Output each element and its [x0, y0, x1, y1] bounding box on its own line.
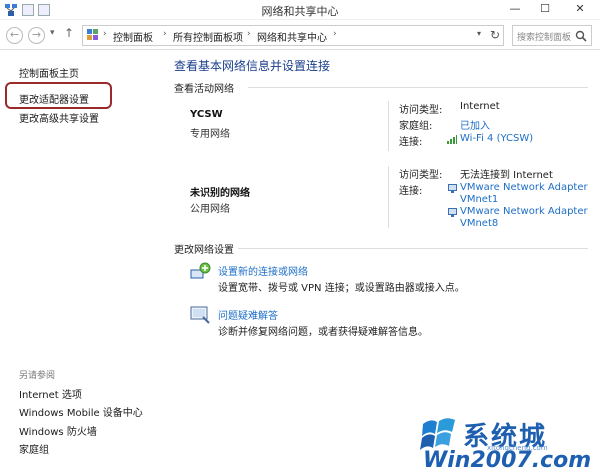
control-panel-icon	[87, 29, 98, 40]
breadcrumb-separator-icon: ›	[103, 29, 107, 39]
address-history-dropdown-icon[interactable]: ▾	[477, 29, 481, 38]
troubleshoot-link[interactable]: 问题疑难解答	[218, 307, 278, 322]
homegroup-label: 家庭组:	[399, 121, 433, 132]
network-adapter-icon	[448, 208, 457, 217]
minimize-button[interactable]: —	[500, 0, 530, 20]
breadcrumb-control-panel[interactable]: 控制面板	[113, 29, 153, 44]
access-type-value: 无法连接到 Internet	[460, 170, 553, 181]
homegroup-link[interactable]: 已加入	[460, 117, 490, 132]
main-content: 查看基本网络信息并设置连接 查看活动网络 YCSW 专用网络 访问类型: Int…	[148, 51, 600, 476]
network-category-link[interactable]: 公用网络	[190, 200, 230, 215]
vmnet8-connection-link[interactable]: VMnet8	[460, 218, 498, 229]
vmnet1-connection-link[interactable]: VMware Network Adapter	[460, 182, 588, 193]
network-name: 未识别的网络	[190, 188, 250, 199]
setup-connection-link[interactable]: 设置新的连接或网络	[218, 263, 308, 278]
search-box[interactable]: 搜索控制面板	[512, 25, 592, 46]
connection-label: 连接:	[399, 186, 423, 197]
breadcrumb-separator-icon: ›	[333, 29, 337, 39]
access-type-label: 访问类型:	[399, 170, 443, 181]
access-type-value: Internet	[460, 101, 500, 112]
see-also-windows-mobile[interactable]: Windows Mobile 设备中心	[19, 404, 143, 419]
vmnet8-connection-link[interactable]: VMware Network Adapter	[460, 206, 588, 217]
forward-button[interactable]: →	[28, 27, 45, 44]
troubleshoot-description: 诊断并修复网络问题，或者获得疑难解答信息。	[218, 327, 428, 338]
divider	[248, 87, 588, 88]
close-button[interactable]: ✕	[560, 0, 600, 20]
divider	[388, 166, 389, 228]
setup-connection-description: 设置宽带、拨号或 VPN 连接；或设置路由器或接入点。	[218, 283, 465, 294]
search-icon[interactable]	[575, 30, 587, 42]
sidebar-item-adapter-settings[interactable]: 更改适配器设置	[19, 91, 89, 106]
access-type-label: 访问类型:	[399, 105, 443, 116]
wifi-signal-icon	[447, 135, 457, 144]
connection-label: 连接:	[399, 137, 423, 148]
refresh-icon[interactable]: ↻	[490, 28, 500, 42]
breadcrumb-separator-icon: ›	[163, 29, 167, 39]
breadcrumb-network-center[interactable]: 网络和共享中心	[257, 29, 327, 44]
active-networks-heading: 查看活动网络	[174, 84, 234, 95]
recent-pages-dropdown-icon[interactable]: ▾	[50, 28, 55, 38]
watermark-text: Win2007.com	[423, 448, 592, 473]
troubleshoot-icon	[190, 306, 210, 324]
back-button[interactable]: ←	[6, 27, 23, 44]
network-name: YCSW	[190, 109, 223, 120]
see-also-internet-options[interactable]: Internet 选项	[19, 386, 82, 401]
search-input[interactable]: 搜索控制面板	[517, 30, 571, 43]
page-title: 查看基本网络信息并设置连接	[174, 59, 331, 73]
address-bar[interactable]: › 控制面板 › 所有控制面板项 › 网络和共享中心 › ▾ ↻	[82, 25, 504, 46]
divider	[388, 101, 389, 151]
sidebar-item-sharing-settings[interactable]: 更改高级共享设置	[19, 110, 99, 125]
see-also-homegroup[interactable]: 家庭组	[19, 441, 49, 456]
vmnet1-connection-link[interactable]: VMnet1	[460, 194, 498, 205]
maximize-button[interactable]: ☐	[530, 0, 560, 20]
sidebar-item-home[interactable]: 控制面板主页	[19, 65, 79, 80]
navigation-bar: ← → ▾ ↑ › 控制面板 › 所有控制面板项 › 网络和共享中心 › ▾ ↻…	[0, 20, 600, 50]
see-also-firewall[interactable]: Windows 防火墙	[19, 423, 97, 438]
wifi-connection-link[interactable]: Wi-Fi 4 (YCSW)	[460, 133, 533, 144]
change-settings-heading: 更改网络设置	[174, 245, 234, 256]
breadcrumb-all-items[interactable]: 所有控制面板项	[173, 29, 243, 44]
title-bar: 网络和共享中心 — ☐ ✕	[0, 0, 600, 20]
up-button[interactable]: ↑	[64, 26, 74, 40]
network-category-link[interactable]: 专用网络	[190, 125, 230, 140]
see-also-heading: 另请参阅	[19, 371, 56, 381]
new-connection-icon	[190, 262, 211, 279]
watermark: 系统城 xitongcheng.com Win2007.com	[415, 414, 600, 476]
breadcrumb-separator-icon: ›	[247, 29, 251, 39]
left-sidebar: 控制面板主页 更改适配器设置 更改高级共享设置 另请参阅 Internet 选项…	[0, 51, 148, 476]
network-adapter-icon	[448, 184, 457, 193]
divider	[238, 248, 588, 249]
